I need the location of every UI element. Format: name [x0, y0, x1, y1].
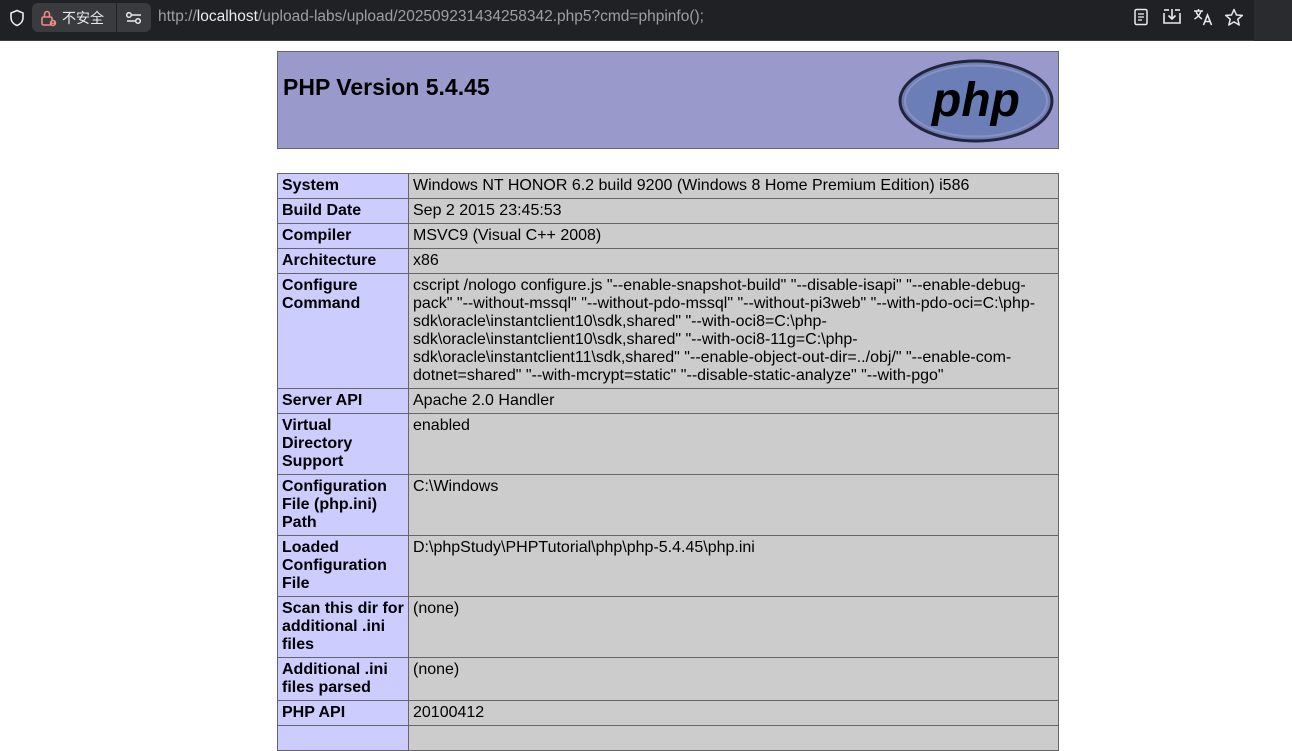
info-table: System Windows NT HONOR 6.2 build 9200 (W…	[277, 173, 1059, 751]
table-row: System Windows NT HONOR 6.2 build 9200 (W…	[277, 173, 1059, 199]
row-value: x86	[408, 248, 1059, 274]
table-row: Loaded Configuration File D:\phpStudy\PHP…	[277, 535, 1059, 597]
table-row: Build Date Sep 2 2015 23:45:53	[277, 198, 1059, 224]
php-version-header: PHP Version 5.4.45 php	[277, 51, 1059, 149]
browser-toolbar: 不安全 http://localhost/upload-labs/upload/…	[0, 0, 1292, 41]
row-key: Configure Command	[277, 273, 409, 389]
table-row: Configure Command cscript /nologo configu…	[277, 273, 1059, 389]
table-row: Additional .ini files parsed (none)	[277, 657, 1059, 701]
row-value: (none)	[408, 657, 1059, 701]
table-row: PHP API 20100412	[277, 700, 1059, 726]
row-value: MSVC9 (Visual C++ 2008)	[408, 223, 1059, 249]
phpinfo-page: PHP Version 5.4.45 php System Windows NT …	[277, 51, 1059, 751]
row-value: cscript /nologo configure.js "--enable-s…	[408, 273, 1059, 389]
table-row: Scan this dir for additional .ini files(…	[277, 596, 1059, 658]
translate-icon[interactable]	[1192, 6, 1213, 28]
row-value	[408, 725, 1059, 751]
row-key: Configuration File (php.ini) Path	[277, 474, 409, 536]
row-value: Sep 2 2015 23:45:53	[408, 198, 1059, 224]
url-path: /upload-labs/upload/202509231434258342.p…	[257, 8, 704, 25]
row-value: Windows NT HONOR 6.2 build 9200 (Windows…	[408, 173, 1059, 199]
security-indicator[interactable]: 不安全	[32, 3, 116, 32]
security-label: 不安全	[62, 9, 104, 26]
row-value: Apache 2.0 Handler	[408, 388, 1059, 414]
row-key: Server API	[277, 388, 409, 414]
row-key: Virtual Directory Support	[277, 413, 409, 475]
row-value: enabled	[408, 413, 1059, 475]
address-bar[interactable]: http://localhost/upload-labs/upload/2025…	[158, 8, 704, 26]
install-app-icon[interactable]	[1161, 6, 1182, 28]
shield-icon[interactable]	[8, 9, 26, 27]
toolbar-actions	[1130, 6, 1244, 28]
lock-warning-icon	[40, 9, 57, 27]
bookmark-star-icon[interactable]	[1223, 6, 1244, 28]
url-scheme: http://	[158, 8, 197, 25]
row-key	[277, 725, 409, 751]
url-host: localhost	[196, 8, 258, 25]
row-key: Build Date	[277, 198, 409, 224]
reader-mode-icon[interactable]	[1130, 6, 1151, 28]
table-row: Server API Apache 2.0 Handler	[277, 388, 1059, 414]
row-key: Scan this dir for additional .ini files	[277, 596, 409, 658]
row-key: Compiler	[277, 223, 409, 249]
table-row: Configuration File (php.ini) Path C:\Wind…	[277, 474, 1059, 536]
site-settings-button[interactable]	[117, 3, 151, 32]
row-value: C:\Windows	[408, 474, 1059, 536]
row-key: Additional .ini files parsed	[277, 657, 409, 701]
row-value: D:\phpStudy\PHPTutorial\php\php-5.4.45\p…	[408, 535, 1059, 597]
row-key: Architecture	[277, 248, 409, 274]
row-value: 20100412	[408, 700, 1059, 726]
table-row: Virtual Directory Support enabled	[277, 413, 1059, 475]
site-settings-icon	[125, 11, 143, 25]
php-logo-text: php	[930, 74, 1020, 127]
php-logo-icon[interactable]: php	[898, 59, 1054, 143]
row-key: Loaded Configuration File	[277, 535, 409, 597]
row-key: System	[277, 173, 409, 199]
table-row	[277, 725, 1059, 751]
row-value: (none)	[408, 596, 1059, 658]
toolbar-overflow-area	[1254, 0, 1292, 41]
table-row: Compiler MSVC9 (Visual C++ 2008)	[277, 223, 1059, 249]
table-row: Architecture x86	[277, 248, 1059, 274]
row-key: PHP API	[277, 700, 409, 726]
page-title: PHP Version 5.4.45	[283, 74, 490, 100]
